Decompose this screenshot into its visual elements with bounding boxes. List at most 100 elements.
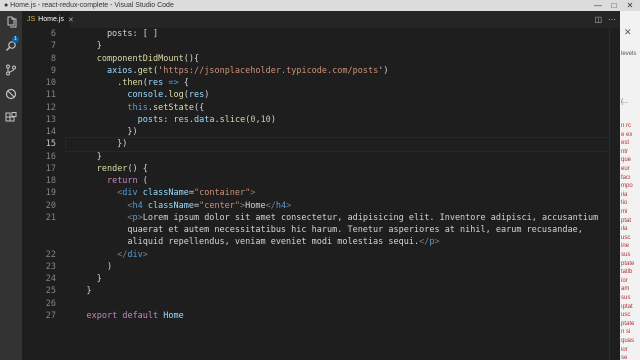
side-panel-text: mi [621, 209, 628, 215]
code-line[interactable]: } [66, 151, 616, 163]
line-number: 23 [45, 261, 56, 272]
code-token: quaerat et autem necessitatibus hic haru… [66, 225, 583, 235]
code-token: posts: [ ] [66, 29, 159, 39]
extensions-icon[interactable] [4, 111, 18, 125]
line-number: 10 [45, 78, 56, 88]
code-line[interactable]: export default Home [66, 310, 616, 322]
vertical-scrollbar[interactable] [609, 28, 620, 360]
code-token: render [96, 163, 128, 174]
code-token: className [142, 188, 189, 199]
side-panel-text: ine [621, 243, 630, 250]
side-panel-text: ıla [621, 226, 628, 233]
code-line[interactable]: <h4 className="center">Home</h4> [66, 200, 616, 212]
code-token: < [66, 200, 133, 211]
line-number: 25 [45, 286, 56, 297]
code-area[interactable]: posts: [ ] } componentDidMount(){ axios.… [65, 28, 617, 334]
code-token: } [66, 286, 92, 297]
side-panel-text: que [621, 157, 632, 164]
close-tab-icon[interactable]: ✕ [68, 16, 74, 24]
code-line[interactable]: quaerat et autem necessitatibus hic haru… [66, 224, 616, 236]
code-line[interactable]: this.setState({ [66, 102, 616, 114]
code-token: div [122, 188, 138, 199]
code-line[interactable]: .then(res => { [66, 77, 616, 89]
line-number: 22 [45, 249, 56, 260]
line-number [22, 224, 56, 236]
code-token: < [66, 212, 133, 223]
code-token: res [147, 78, 164, 88]
side-panel-text: ıla [621, 191, 628, 198]
minimize-button[interactable]: — [590, 0, 606, 11]
more-actions-icon[interactable]: ⋯ [608, 15, 616, 24]
code-line[interactable]: posts: [ ] [66, 28, 616, 40]
code-token: https://jsonplaceholder.typicode.com/pos… [163, 65, 379, 76]
code-token: () { [127, 163, 148, 174]
code-token: . [66, 78, 123, 88]
code-token: }) [66, 139, 128, 150]
code-line[interactable]: </div> [66, 249, 616, 261]
code-token: { [183, 78, 189, 88]
code-token: }) [66, 127, 138, 137]
side-panel-text: ior [621, 346, 628, 353]
code-token: : [163, 114, 174, 125]
side-preview-panel: ✕ levels {... n rc e ex est ntr que eur facı mpo ı… [620, 11, 640, 360]
code-line[interactable]: ) [66, 261, 616, 273]
line-number: 20 [45, 200, 56, 211]
side-panel-text: levels [621, 51, 637, 57]
code-token: Lorem ipsum dolor sit amet consectetur, … [142, 212, 599, 223]
code-line[interactable]: }) [65, 137, 617, 152]
code-line[interactable]: render() { [66, 163, 616, 175]
code-token: > [250, 188, 256, 199]
code-line[interactable]: <p>Lorem ipsum dolor sit amet consectetu… [66, 212, 616, 224]
code-token: res [173, 114, 189, 125]
side-panel-text: e ex [621, 131, 633, 138]
maximize-button[interactable]: □ [606, 0, 622, 11]
code-line[interactable]: }) [66, 126, 616, 138]
code-token: ( [137, 176, 148, 186]
code-line[interactable]: } [66, 40, 616, 52]
code-line[interactable]: } [66, 273, 616, 285]
side-panel-text: ptate [621, 320, 635, 327]
debug-icon[interactable] [4, 87, 18, 101]
side-panel-text: se [621, 355, 628, 360]
tab-home-js[interactable]: JS Home.js ✕ [22, 11, 74, 28]
side-panel-text: tatib [621, 269, 633, 276]
code-token: h4 [275, 200, 287, 211]
code-line[interactable] [66, 298, 616, 310]
code-token: posts [137, 114, 164, 125]
line-number: 7 [50, 41, 56, 52]
side-panel-text: est [621, 140, 630, 147]
code-line[interactable]: axios.get('https://jsonplaceholder.typic… [66, 65, 616, 77]
close-icon[interactable]: ✕ [624, 27, 632, 38]
code-token: } [66, 41, 102, 52]
code-editor[interactable]: 6 7 8 9 10 11 12 13 14 15 16 17 18 19 20 21 22 23 24 25 26 27… [22, 28, 620, 360]
code-line[interactable]: } [66, 285, 616, 297]
side-panel-text: ptate [621, 260, 635, 267]
code-token: < [66, 188, 123, 199]
code-line[interactable]: <div className="container"> [66, 187, 616, 199]
line-number [22, 236, 56, 248]
code-token: ) [270, 114, 276, 125]
code-token: return [106, 176, 138, 186]
line-number: 16 [45, 151, 56, 162]
line-number: 21 [45, 212, 56, 223]
code-line[interactable]: aliquid repellendus, veniam eveniet modi… [66, 236, 616, 248]
code-token: console [127, 90, 164, 101]
code-line[interactable]: posts: res.data.slice(0,10) [66, 114, 616, 126]
code-line[interactable]: console.log(res) [66, 89, 616, 101]
code-token: Home [163, 310, 184, 321]
code-token: h4 [132, 200, 143, 211]
code-line[interactable]: return ( [66, 175, 616, 187]
code-line[interactable]: componentDidMount(){ [66, 53, 616, 65]
side-panel-text: n si [621, 329, 631, 336]
files-icon[interactable] [4, 15, 18, 29]
side-panel-text: ptat [621, 217, 632, 224]
side-panel-text: quas [621, 338, 635, 344]
code-token: } [66, 151, 102, 162]
code-line[interactable] [66, 322, 616, 334]
split-editor-icon[interactable]: ◫ [594, 15, 602, 24]
source-control-icon[interactable] [4, 63, 18, 77]
line-number: 14 [45, 127, 56, 137]
close-window-button[interactable]: ✕ [622, 0, 638, 11]
